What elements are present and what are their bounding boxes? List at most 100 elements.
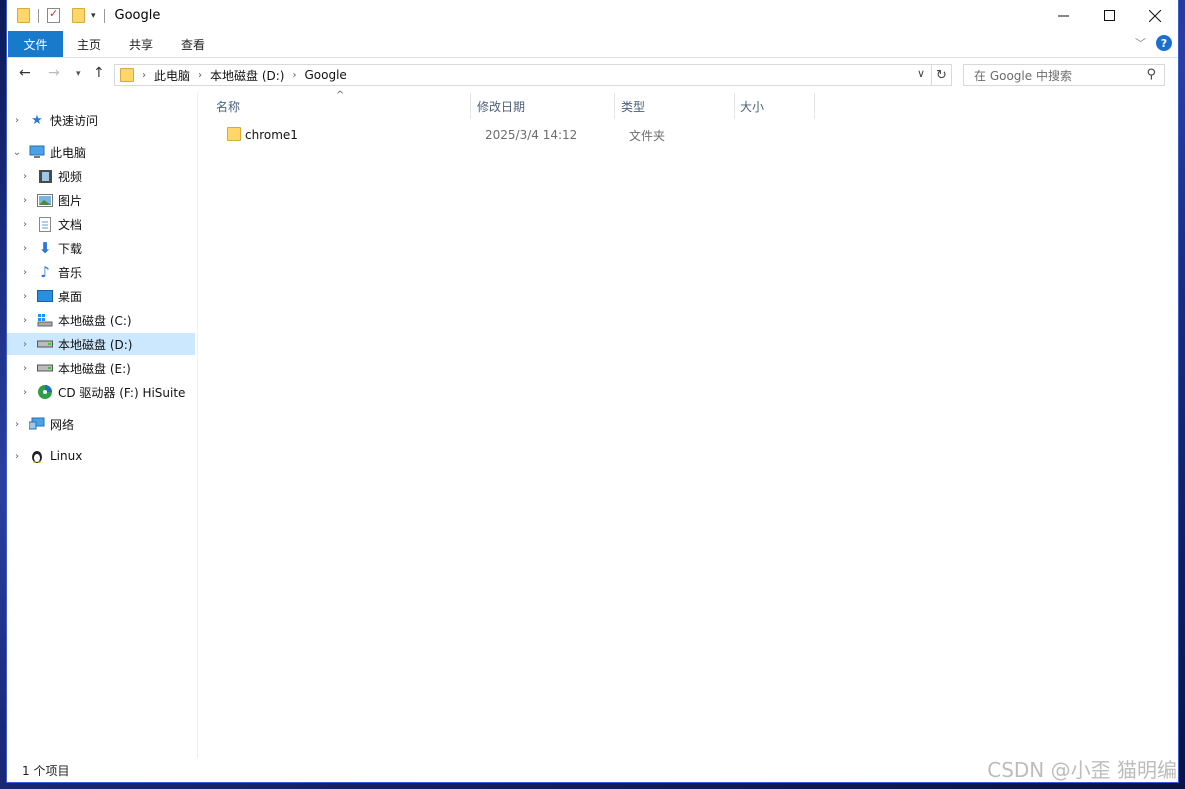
watermark: CSDN @小歪 猫明编 [987, 758, 1177, 782]
chevron-down-icon[interactable]: ⌄ [11, 147, 23, 158]
nav-item-downloads[interactable]: › ⬇ 下载 [19, 237, 82, 259]
chevron-right-icon[interactable]: › [19, 219, 31, 230]
nav-item-desktop[interactable]: › 桌面 [19, 285, 82, 307]
nav-item-drive-c[interactable]: › 本地磁盘 (C:) [19, 309, 132, 331]
chevron-right-icon[interactable]: › [11, 451, 23, 462]
quick-access-toolbar: ▾ [17, 7, 109, 23]
customize-toolbar-chevron-icon[interactable]: ▾ [91, 11, 96, 21]
window-title: Google [114, 8, 161, 23]
chevron-right-icon[interactable]: › [19, 171, 31, 182]
picture-icon [37, 192, 53, 208]
chevron-right-icon[interactable]: › [19, 243, 31, 254]
navigation-bar: ← → ▾ ↑ › 此电脑 › 本地磁盘 (D:) › Google ∨ ↻ ⚲ [7, 60, 1178, 90]
computer-icon [29, 144, 45, 160]
chevron-right-icon[interactable]: › [19, 267, 31, 278]
file-name: chrome1 [245, 128, 298, 142]
recent-locations-chevron-icon[interactable]: ▾ [76, 69, 81, 79]
chevron-right-icon[interactable]: › [11, 115, 23, 126]
refresh-button[interactable]: ↻ [932, 64, 952, 86]
nav-label: 快速访问 [50, 113, 99, 128]
maximize-button[interactable] [1086, 0, 1132, 31]
chevron-right-icon[interactable]: › [19, 363, 31, 374]
refresh-icon: ↻ [936, 67, 947, 83]
desktop-icon [37, 288, 53, 304]
breadcrumb-this-pc[interactable]: 此电脑 [154, 67, 190, 84]
nav-item-pictures[interactable]: › 图片 [19, 189, 82, 211]
search-input[interactable] [972, 66, 1146, 86]
column-divider[interactable] [470, 93, 471, 119]
chevron-right-icon[interactable]: › [19, 315, 31, 326]
nav-label: 本地磁盘 (E:) [58, 361, 131, 376]
help-icon[interactable]: ? [1156, 35, 1172, 51]
drive-icon [37, 360, 53, 376]
back-arrow-icon[interactable]: ← [19, 65, 31, 81]
nav-item-quick-access[interactable]: › ★ 快速访问 [11, 109, 98, 131]
film-icon [37, 168, 53, 184]
tab-file[interactable]: 文件 [8, 31, 63, 57]
breadcrumb-google[interactable]: Google [304, 68, 346, 82]
forward-arrow-icon[interactable]: → [48, 65, 60, 81]
nav-item-this-pc[interactable]: ⌄ 此电脑 [11, 141, 86, 163]
system-drive-icon [37, 312, 53, 328]
chevron-right-icon[interactable]: › [19, 291, 31, 302]
nav-item-network[interactable]: › 网络 [11, 413, 74, 435]
cd-drive-icon [37, 384, 53, 400]
close-icon [1149, 9, 1161, 22]
nav-item-drive-f[interactable]: › CD 驱动器 (F:) HiSuite [19, 381, 185, 403]
breadcrumb-separator-icon[interactable]: › [292, 70, 296, 81]
nav-label: 本地磁盘 (D:) [58, 337, 133, 352]
music-note-icon: ♪ [40, 263, 50, 281]
tab-share[interactable]: 共享 [115, 31, 167, 57]
toolbar-divider [38, 8, 39, 23]
chevron-right-icon[interactable]: › [19, 195, 31, 206]
up-arrow-icon[interactable]: ↑ [93, 65, 105, 81]
minimize-button[interactable] [1040, 0, 1086, 31]
nav-item-linux[interactable]: › Linux [11, 445, 82, 467]
breadcrumb-separator-icon[interactable]: › [198, 70, 202, 81]
chevron-right-icon[interactable]: › [19, 387, 31, 398]
column-divider[interactable] [734, 93, 735, 119]
column-header-name[interactable]: 名称 [216, 93, 240, 119]
tab-home[interactable]: 主页 [63, 31, 115, 57]
nav-item-videos[interactable]: › 视频 [19, 165, 82, 187]
breadcrumb-drive-d[interactable]: 本地磁盘 (D:) [210, 67, 284, 84]
nav-label: 下载 [58, 241, 83, 256]
nav-item-documents[interactable]: › 文档 [19, 213, 82, 235]
breadcrumb-separator-icon[interactable]: › [142, 70, 146, 81]
expand-ribbon-chevron-icon[interactable]: ﹀ [1135, 35, 1146, 51]
sort-ascending-icon: ^ [336, 90, 345, 101]
column-header-modified[interactable]: 修改日期 [477, 93, 525, 119]
folder-icon [120, 68, 134, 82]
search-icon[interactable]: ⚲ [1146, 67, 1156, 82]
ribbon-tabs: 文件 主页 共享 查看 ﹀ ? [7, 31, 1178, 58]
chevron-right-icon[interactable]: › [19, 339, 31, 350]
address-history-chevron-icon[interactable]: ∨ [917, 67, 925, 80]
nav-label: 桌面 [58, 289, 83, 304]
status-item-count: 1 个项目 [22, 764, 70, 778]
folder-icon [227, 127, 241, 141]
file-row[interactable]: chrome1 2025/3/4 14:12 文件夹 [215, 124, 795, 146]
star-icon: ★ [31, 112, 43, 128]
nav-item-music[interactable]: › ♪ 音乐 [19, 261, 82, 283]
penguin-icon [29, 448, 45, 464]
column-header-size[interactable]: 大小 [740, 93, 764, 119]
nav-label: Linux [50, 449, 83, 463]
new-folder-icon[interactable] [72, 8, 85, 23]
column-header-type[interactable]: 类型 [621, 93, 645, 119]
nav-item-drive-e[interactable]: › 本地磁盘 (E:) [19, 357, 131, 379]
properties-icon[interactable] [47, 7, 60, 23]
nav-label: CD 驱动器 (F:) HiSuite [58, 385, 186, 400]
file-modified: 2025/3/4 14:12 [485, 128, 578, 142]
nav-item-drive-d[interactable]: › 本地磁盘 (D:) [7, 333, 195, 355]
file-type: 文件夹 [629, 128, 666, 143]
close-button[interactable] [1132, 0, 1178, 31]
column-divider[interactable] [814, 93, 815, 119]
download-arrow-icon: ⬇ [38, 239, 52, 257]
column-divider[interactable] [614, 93, 615, 119]
tab-view[interactable]: 查看 [167, 31, 219, 57]
address-bar[interactable]: › 此电脑 › 本地磁盘 (D:) › Google ∨ [114, 64, 932, 86]
chevron-right-icon[interactable]: › [11, 419, 23, 430]
file-list: ^ 名称 修改日期 类型 大小 chrome1 2025/3/4 14:12 文… [199, 90, 1178, 758]
ribbon-right-controls: ﹀ ? [1135, 35, 1172, 51]
navigation-pane: › ★ 快速访问 ⌄ 此电脑 › 视频 › 图片 › 文档 › ⬇ 下载 › ♪… [7, 93, 198, 758]
